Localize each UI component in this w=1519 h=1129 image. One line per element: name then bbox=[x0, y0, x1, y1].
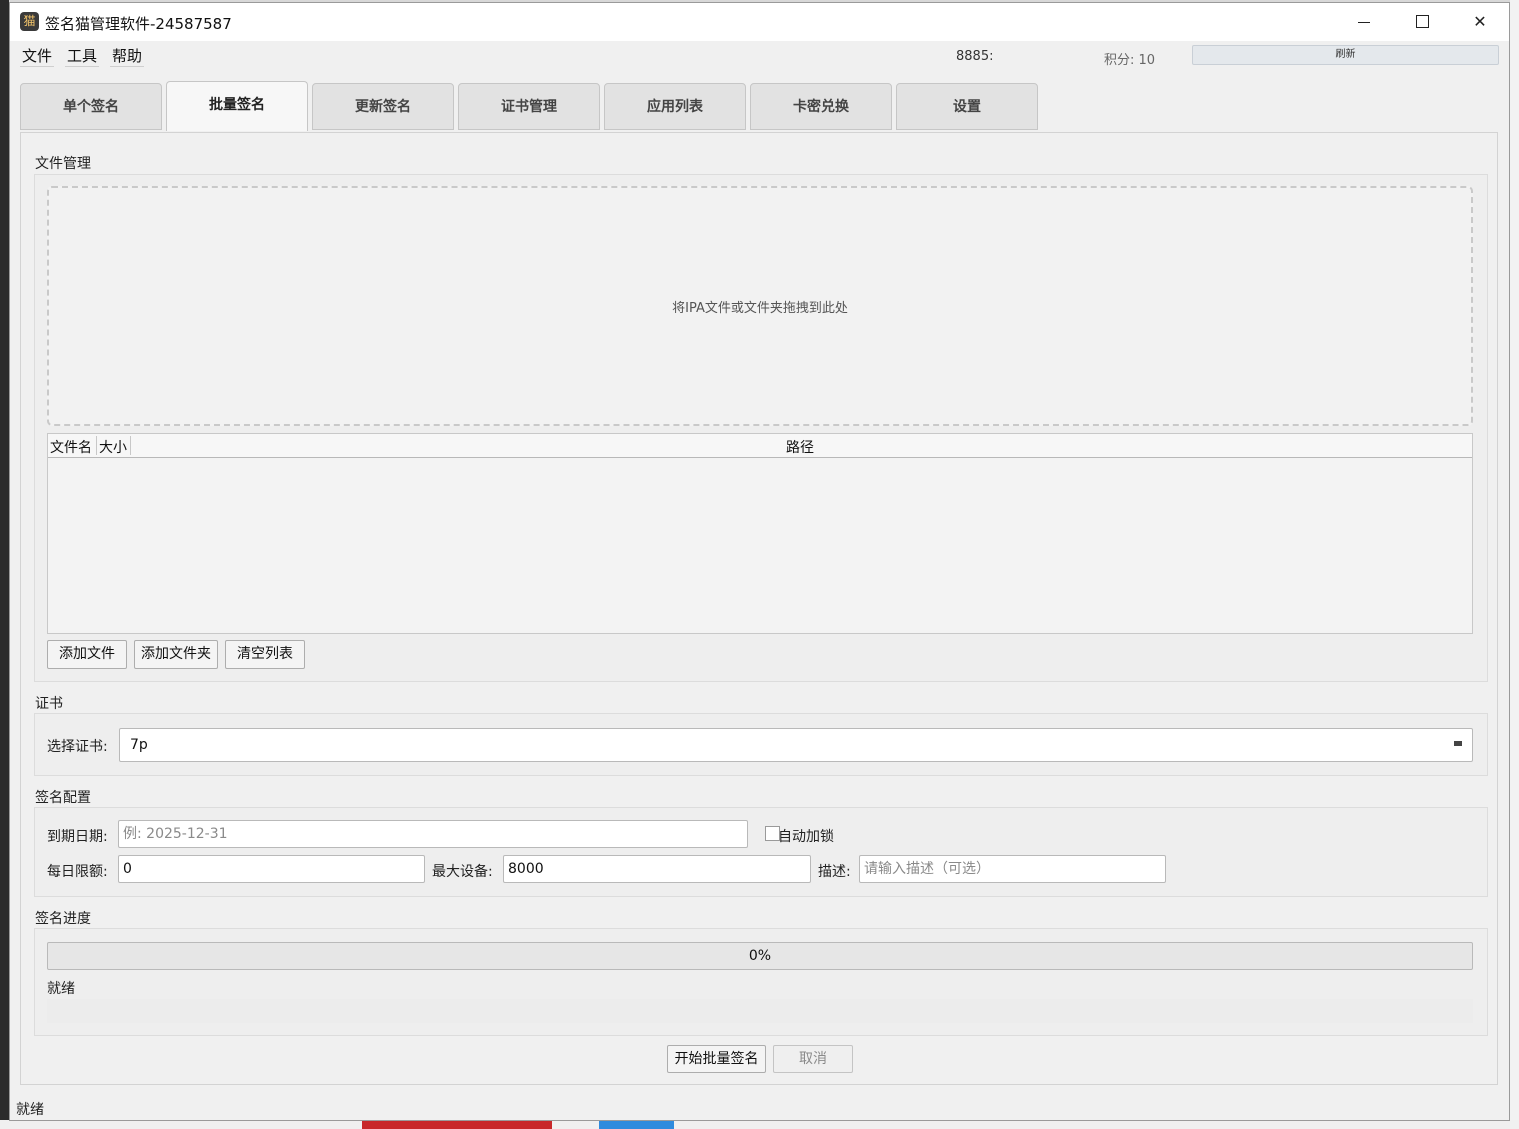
score-label: 积分: 10 bbox=[1104, 53, 1156, 68]
app-logo-icon: 猫 bbox=[20, 12, 39, 31]
window-title: 签名猫管理软件-24587587 bbox=[45, 15, 232, 33]
log-area bbox=[47, 999, 1473, 1023]
ipa-drop-zone[interactable]: 将IPA文件或文件夹拖拽到此处 bbox=[47, 186, 1473, 426]
column-divider bbox=[96, 436, 97, 455]
tab-settings[interactable]: 设置 bbox=[896, 83, 1038, 130]
desktop-taskbar-strip bbox=[0, 1120, 1519, 1129]
desktop-background-left bbox=[0, 0, 9, 1129]
progress-percent: 0% bbox=[748, 948, 772, 964]
column-path[interactable]: 路径 bbox=[786, 437, 814, 457]
app-window: 猫 签名猫管理软件-24587587 ✕ 文件 工具 帮助 8885: 积分: … bbox=[9, 2, 1510, 1121]
file-table-header: 文件名 大小 路径 bbox=[48, 434, 1472, 458]
user-id-label: 8885: bbox=[956, 49, 994, 64]
cert-select[interactable]: 7p bbox=[119, 728, 1473, 762]
cancel-button[interactable]: 取消 bbox=[773, 1045, 853, 1073]
expiry-date-input[interactable]: 例: 2025-12-31 bbox=[118, 820, 748, 848]
cert-section-title: 证书 bbox=[35, 696, 63, 712]
progress-status: 就绪 bbox=[47, 981, 75, 997]
tab-single-sign[interactable]: 单个签名 bbox=[20, 83, 162, 130]
clear-list-button[interactable]: 清空列表 bbox=[225, 640, 305, 669]
minimize-icon bbox=[1358, 22, 1370, 23]
sign-progress-bar: 0% bbox=[47, 942, 1473, 970]
file-table[interactable]: 文件名 大小 路径 bbox=[47, 433, 1473, 634]
expiry-label: 到期日期: bbox=[47, 829, 108, 845]
column-divider bbox=[130, 436, 131, 455]
auto-lock-label[interactable]: 自动加锁 bbox=[778, 826, 834, 846]
maximize-icon bbox=[1415, 15, 1429, 28]
tab-card-redeem[interactable]: 卡密兑换 bbox=[750, 83, 892, 130]
refresh-button[interactable]: 刷新 bbox=[1192, 45, 1499, 65]
file-section-title: 文件管理 bbox=[35, 156, 91, 172]
menu-tools[interactable]: 工具 bbox=[65, 45, 100, 67]
title-bar[interactable]: 猫 签名猫管理软件-24587587 ✕ bbox=[10, 3, 1509, 41]
daily-limit-label: 每日限额: bbox=[47, 864, 108, 880]
maximize-button[interactable] bbox=[1393, 3, 1451, 41]
taskbar-blue-block bbox=[599, 1120, 674, 1129]
select-cert-label: 选择证书: bbox=[47, 739, 108, 755]
column-size[interactable]: 大小 bbox=[99, 437, 127, 457]
max-devices-input[interactable]: 8000 bbox=[503, 855, 811, 883]
close-icon: ✕ bbox=[1473, 12, 1487, 31]
close-button[interactable]: ✕ bbox=[1451, 3, 1509, 41]
status-bar-text: 就绪 bbox=[16, 1102, 44, 1118]
taskbar-red-block bbox=[362, 1120, 552, 1129]
description-input[interactable]: 请输入描述（可选） bbox=[859, 855, 1166, 883]
tab-update-sign[interactable]: 更新签名 bbox=[312, 83, 454, 130]
column-filename[interactable]: 文件名 bbox=[50, 437, 92, 457]
minimize-button[interactable] bbox=[1335, 3, 1393, 41]
tab-batch-sign[interactable]: 批量签名 bbox=[166, 81, 308, 131]
menu-help[interactable]: 帮助 bbox=[110, 45, 145, 67]
progress-section-title: 签名进度 bbox=[35, 911, 91, 927]
drop-hint: 将IPA文件或文件夹拖拽到此处 bbox=[672, 300, 848, 316]
description-label: 描述: bbox=[818, 864, 851, 880]
dropdown-icon bbox=[1454, 741, 1462, 746]
config-section-title: 签名配置 bbox=[35, 790, 91, 806]
tab-cert-management[interactable]: 证书管理 bbox=[458, 83, 600, 130]
add-file-button[interactable]: 添加文件 bbox=[47, 640, 127, 669]
tab-app-list[interactable]: 应用列表 bbox=[604, 83, 746, 130]
max-devices-label: 最大设备: bbox=[432, 864, 493, 880]
add-folder-button[interactable]: 添加文件夹 bbox=[134, 640, 218, 669]
daily-limit-input[interactable]: 0 bbox=[118, 855, 425, 883]
start-batch-sign-button[interactable]: 开始批量签名 bbox=[667, 1045, 766, 1073]
menu-bar: 文件 工具 帮助 8885: 积分: 10 刷新 bbox=[10, 41, 1509, 69]
cert-selected-value: 7p bbox=[130, 737, 148, 753]
menu-file[interactable]: 文件 bbox=[20, 45, 55, 67]
desktop-background-right bbox=[1510, 0, 1519, 1129]
